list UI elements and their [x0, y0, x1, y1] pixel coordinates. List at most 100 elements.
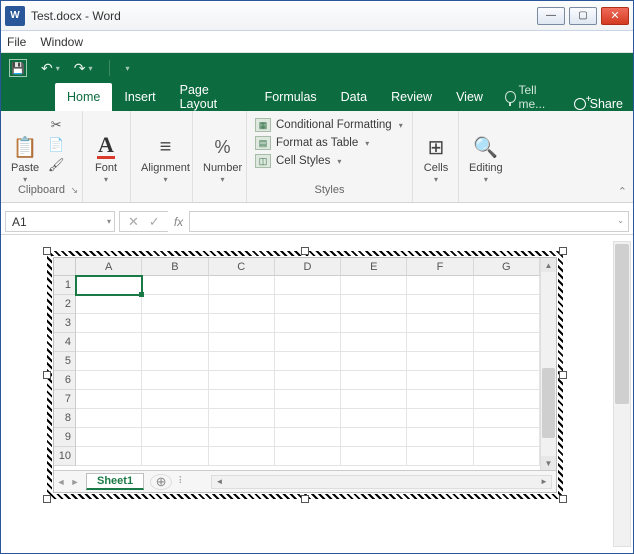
- cell[interactable]: [142, 371, 208, 390]
- column-header[interactable]: A: [76, 258, 142, 276]
- cell[interactable]: [275, 314, 341, 333]
- cell[interactable]: [142, 390, 208, 409]
- row-header[interactable]: 7: [54, 390, 76, 409]
- sheet-tab[interactable]: Sheet1: [86, 473, 144, 490]
- resize-handle[interactable]: [559, 495, 567, 503]
- row-header[interactable]: 10: [54, 447, 76, 466]
- scrollbar-thumb[interactable]: [542, 368, 555, 438]
- cell[interactable]: [76, 314, 142, 333]
- cell[interactable]: [209, 447, 275, 466]
- cell[interactable]: [407, 333, 473, 352]
- add-sheet-button[interactable]: ⊕: [150, 474, 172, 490]
- cell[interactable]: [275, 352, 341, 371]
- cell[interactable]: [341, 409, 407, 428]
- cell[interactable]: [76, 428, 142, 447]
- cell[interactable]: [474, 333, 540, 352]
- cell[interactable]: [76, 352, 142, 371]
- copy-button[interactable]: 📄: [47, 137, 65, 153]
- cell[interactable]: [209, 295, 275, 314]
- cell[interactable]: [407, 390, 473, 409]
- row-header[interactable]: 1: [54, 276, 76, 295]
- cell[interactable]: [76, 447, 142, 466]
- cell[interactable]: [474, 428, 540, 447]
- cell[interactable]: [341, 428, 407, 447]
- column-header[interactable]: C: [209, 258, 275, 276]
- cell[interactable]: [407, 409, 473, 428]
- cell[interactable]: [209, 276, 275, 295]
- cell[interactable]: [76, 295, 142, 314]
- cell[interactable]: [341, 352, 407, 371]
- column-header[interactable]: E: [341, 258, 407, 276]
- cell[interactable]: [76, 409, 142, 428]
- resize-handle[interactable]: [559, 247, 567, 255]
- sheet-vertical-scrollbar[interactable]: ▲ ▼: [540, 258, 556, 470]
- cell[interactable]: [76, 371, 142, 390]
- cell[interactable]: [142, 295, 208, 314]
- cell[interactable]: [474, 276, 540, 295]
- row-header[interactable]: 4: [54, 333, 76, 352]
- cells-button[interactable]: ⊞ Cells ▾: [421, 115, 451, 184]
- cell[interactable]: [275, 276, 341, 295]
- row-header[interactable]: 6: [54, 371, 76, 390]
- scroll-left-button[interactable]: ◄: [212, 477, 226, 486]
- cancel-formula-button[interactable]: ✕: [128, 214, 139, 230]
- cell[interactable]: [474, 352, 540, 371]
- cell[interactable]: [407, 276, 473, 295]
- cell[interactable]: [142, 428, 208, 447]
- resize-handle[interactable]: [43, 247, 51, 255]
- cell[interactable]: [341, 333, 407, 352]
- cell-styles-button[interactable]: ◫ Cell Styles ▾: [255, 153, 403, 169]
- cell[interactable]: [474, 447, 540, 466]
- cell[interactable]: [209, 428, 275, 447]
- scroll-down-button[interactable]: ▼: [541, 456, 556, 470]
- tab-nav-next[interactable]: ►: [68, 477, 82, 487]
- scroll-right-button[interactable]: ►: [537, 477, 551, 486]
- fx-label[interactable]: fx: [168, 209, 189, 234]
- cell[interactable]: [341, 447, 407, 466]
- cell[interactable]: [275, 390, 341, 409]
- row-header[interactable]: 9: [54, 428, 76, 447]
- row-header[interactable]: 5: [54, 352, 76, 371]
- column-header[interactable]: D: [275, 258, 341, 276]
- cell[interactable]: [275, 333, 341, 352]
- conditional-formatting-button[interactable]: ▦ Conditional Formatting ▾: [255, 117, 403, 133]
- qat-undo-button[interactable]: ↶▾: [41, 60, 60, 77]
- cut-button[interactable]: ✂: [47, 117, 65, 133]
- number-button[interactable]: % Number ▾: [201, 115, 244, 184]
- column-header[interactable]: F: [407, 258, 473, 276]
- tab-formulas[interactable]: Formulas: [253, 83, 329, 111]
- resize-handle[interactable]: [43, 495, 51, 503]
- resize-handle[interactable]: [301, 495, 309, 503]
- cell[interactable]: [474, 409, 540, 428]
- resize-handle[interactable]: [301, 247, 309, 255]
- cell[interactable]: [76, 333, 142, 352]
- tab-data[interactable]: Data: [329, 83, 379, 111]
- cell[interactable]: [341, 314, 407, 333]
- cell[interactable]: [142, 352, 208, 371]
- resize-handle[interactable]: [559, 371, 567, 379]
- cell[interactable]: [209, 409, 275, 428]
- row-header[interactable]: 2: [54, 295, 76, 314]
- cell[interactable]: [142, 276, 208, 295]
- cell[interactable]: [407, 314, 473, 333]
- tab-view[interactable]: View: [444, 83, 495, 111]
- tell-me-search[interactable]: Tell me...: [495, 83, 570, 111]
- row-header[interactable]: 3: [54, 314, 76, 333]
- maximize-button[interactable]: ▢: [569, 7, 597, 25]
- cell[interactable]: [407, 428, 473, 447]
- resize-handle[interactable]: [43, 371, 51, 379]
- tab-review[interactable]: Review: [379, 83, 444, 111]
- embedded-spreadsheet-object[interactable]: ABCDEFG 12345678910 ▲ ▼ ◄ ► Sheet1 ⊕: [47, 251, 563, 499]
- cell[interactable]: [474, 295, 540, 314]
- qat-redo-button[interactable]: ↷▾: [74, 60, 93, 77]
- column-header[interactable]: G: [474, 258, 540, 276]
- tab-page-layout[interactable]: Page Layout: [168, 83, 253, 111]
- cell[interactable]: [474, 314, 540, 333]
- tab-home[interactable]: Home: [55, 83, 112, 111]
- cell[interactable]: [275, 295, 341, 314]
- cell[interactable]: [142, 314, 208, 333]
- cell[interactable]: [275, 447, 341, 466]
- cell[interactable]: [407, 371, 473, 390]
- alignment-button[interactable]: ≡ Alignment ▾: [139, 115, 192, 184]
- minimize-button[interactable]: —: [537, 7, 565, 25]
